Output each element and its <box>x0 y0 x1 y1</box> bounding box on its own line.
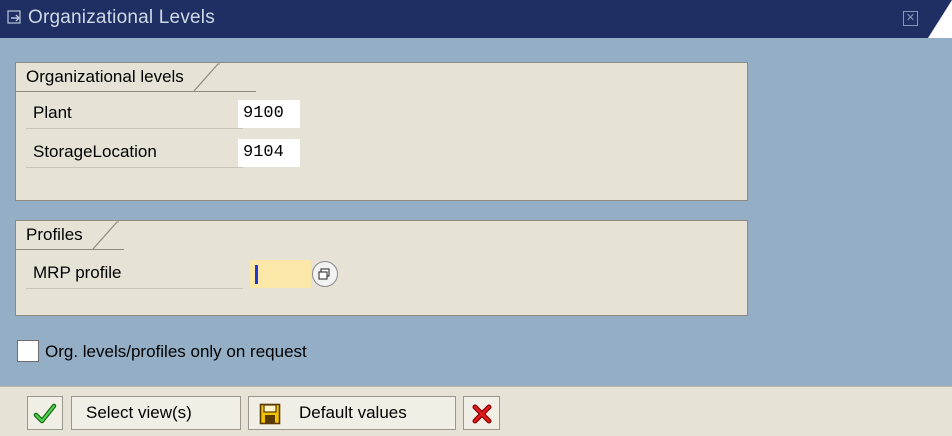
close-icon[interactable]: ✕ <box>903 11 918 26</box>
cancel-button[interactable] <box>463 396 500 430</box>
profiles-group-title-text: Profiles <box>26 225 83 244</box>
storage-location-label: StorageLocation <box>26 137 243 168</box>
profiles-tab-divider <box>16 249 124 250</box>
mrp-profile-label: MRP profile <box>26 258 243 289</box>
plant-field[interactable]: 9100 <box>238 100 300 128</box>
profiles-group-title: Profiles <box>16 221 119 250</box>
text-cursor <box>255 265 258 284</box>
select-views-button[interactable]: Select view(s) <box>71 396 241 430</box>
only-on-request-label: Org. levels/profiles only on request <box>45 342 307 361</box>
org-levels-group: Organizational levels Plant 9100 Storage… <box>15 62 748 201</box>
red-x-icon <box>472 404 492 424</box>
value-help-button[interactable] <box>312 261 338 287</box>
continue-button[interactable] <box>27 396 63 430</box>
plant-label: Plant <box>26 98 243 129</box>
window-icon <box>7 10 23 25</box>
org-levels-group-title: Organizational levels <box>16 63 220 92</box>
profiles-group: Profiles MRP profile <box>15 220 748 316</box>
org-levels-tab-divider <box>16 91 256 92</box>
window-title: Organizational Levels <box>28 7 215 28</box>
only-on-request-checkbox[interactable] <box>17 340 39 362</box>
default-values-button[interactable]: Default values <box>248 396 456 430</box>
dialog-toolbar: Select view(s) Default values <box>0 386 952 436</box>
mrp-profile-field[interactable] <box>250 260 311 288</box>
select-views-label: Select view(s) <box>86 403 192 422</box>
green-check-icon <box>33 403 57 424</box>
title-bar[interactable]: Organizational Levels ✕ <box>0 0 952 38</box>
mrp-profile-row: MRP profile <box>26 256 356 292</box>
dialog-window: Organizational Levels ✕ Organizational l… <box>0 0 952 436</box>
storage-location-row: StorageLocation 9104 <box>26 137 316 169</box>
storage-location-field[interactable]: 9104 <box>238 139 300 167</box>
save-icon <box>259 403 281 425</box>
plant-row: Plant 9100 <box>26 98 316 130</box>
org-levels-group-title-text: Organizational levels <box>26 67 184 86</box>
value-help-icon <box>318 268 330 280</box>
default-values-label: Default values <box>299 403 407 422</box>
